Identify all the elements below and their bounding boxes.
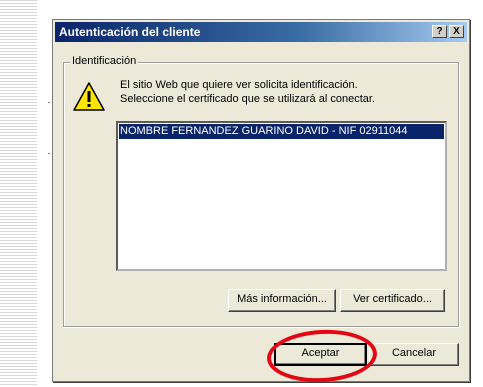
divider-mark [48, 153, 50, 154]
message-line-1: El sitio Web que quiere ver solicita ide… [120, 79, 358, 91]
more-info-button[interactable]: Más información... [228, 289, 336, 312]
close-button[interactable]: X [449, 25, 464, 38]
client-auth-dialog: Autenticación del cliente ? X Identifica… [52, 19, 470, 382]
group-legend: Identificación [70, 55, 139, 67]
divider-mark [48, 102, 50, 103]
dialog-title: Autenticación del cliente [59, 25, 201, 39]
title-bar[interactable]: Autenticación del cliente ? X [55, 22, 467, 42]
certificate-list-item[interactable]: NOMBRE FERNANDEZ GUARINO DAVID - NIF 029… [119, 124, 444, 139]
warning-icon [73, 82, 105, 111]
message-line-2: Seleccione el certificado que se utiliza… [120, 93, 375, 105]
view-certificate-button[interactable]: Ver certificado... [340, 289, 445, 312]
left-striped-edge [0, 0, 37, 387]
cancel-button[interactable]: Cancelar [369, 343, 459, 366]
certificate-list[interactable]: NOMBRE FERNANDEZ GUARINO DAVID - NIF 029… [116, 121, 447, 271]
identification-group: Identificación El sitio Web que quiere v… [63, 55, 459, 327]
help-button[interactable]: ? [432, 25, 447, 38]
